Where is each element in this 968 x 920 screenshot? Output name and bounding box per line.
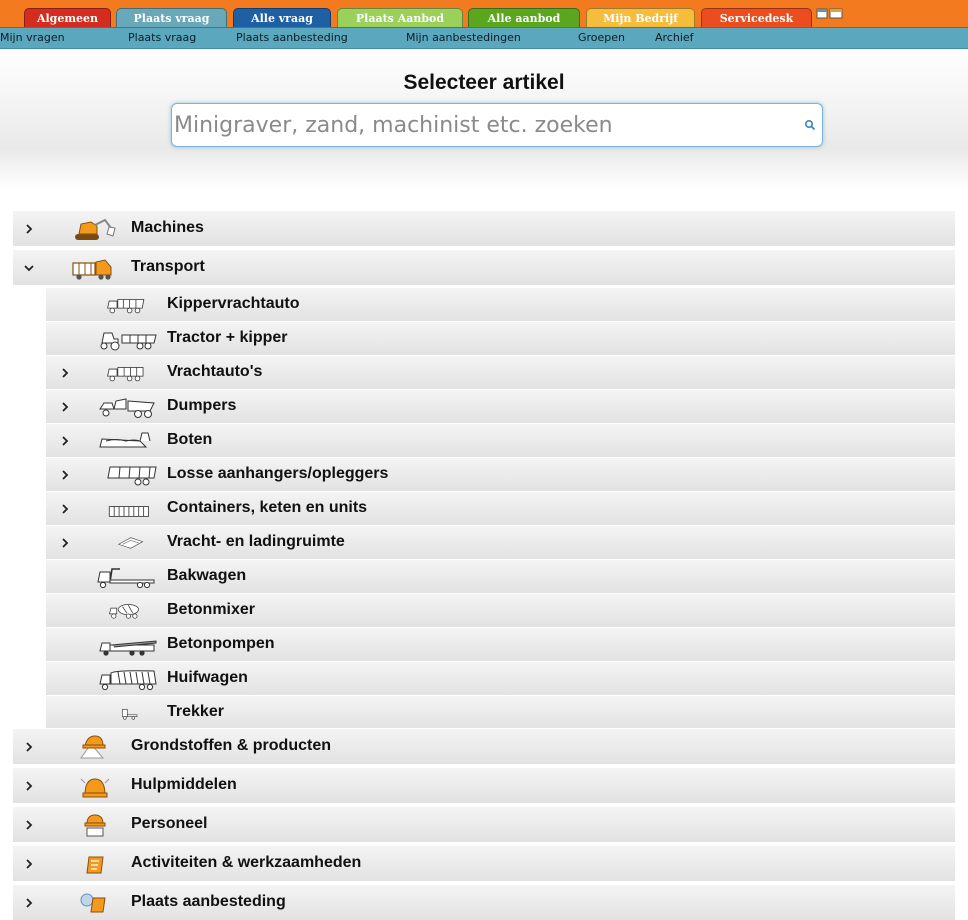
- subcategory-label: Bakwagen: [167, 567, 247, 584]
- category-row-hulpmiddelen[interactable]: Hulpmiddelen: [13, 767, 955, 803]
- concrete-pump-icon: [99, 640, 157, 656]
- subcategory-label: Betonmixer: [167, 601, 256, 618]
- chevron-right-icon[interactable]: [23, 897, 35, 909]
- chevron-right-icon[interactable]: [59, 367, 71, 379]
- subcategory-row-bakwagen[interactable]: Bakwagen: [46, 559, 955, 593]
- cargo-space-icon: [117, 537, 144, 549]
- tab-alle-vraag[interactable]: Alle vraag: [233, 8, 331, 27]
- sub-navigation: Mijn vragen Plaats vraag Plaats aanbeste…: [0, 28, 968, 49]
- excavator-icon: [75, 218, 116, 240]
- subcategory-row-boten[interactable]: Boten: [46, 423, 955, 457]
- subcategory-row-vrachtautos[interactable]: Vrachtauto's: [46, 355, 955, 389]
- category-label: Personeel: [131, 815, 208, 832]
- subcategory-label: Trekker: [167, 703, 224, 720]
- trailer-icon: [107, 466, 157, 486]
- subcategory-row-vracht-ladingruimte[interactable]: Vracht- en ladingruimte: [46, 525, 955, 559]
- subcategory-row-betonmixer[interactable]: Betonmixer: [46, 593, 955, 627]
- search-header: Selecteer artikel: [0, 49, 968, 191]
- subcategory-label: Vrachtauto's: [167, 363, 263, 380]
- raw-materials-icon: [80, 735, 106, 759]
- category-row-grondstoffen-producten[interactable]: Grondstoffen & producten: [13, 728, 955, 764]
- subcategory-label: Betonpompen: [167, 635, 275, 652]
- chevron-right-icon[interactable]: [23, 223, 35, 235]
- tab-mijn-bedrijf[interactable]: Mijn Bedrijf: [586, 8, 695, 27]
- tender-icon: [80, 893, 106, 913]
- concrete-mixer-icon: [108, 604, 139, 619]
- chevron-right-icon[interactable]: [59, 469, 71, 481]
- tab-servicedesk[interactable]: Servicedesk: [701, 8, 812, 27]
- subcategory-label: Huifwagen: [167, 669, 248, 686]
- subcategory-label: Containers, keten en units: [167, 499, 368, 516]
- tab-algemeen[interactable]: Algemeen: [24, 8, 111, 27]
- category-label: Activiteiten & werkzaamheden: [131, 854, 362, 871]
- category-label: Transport: [131, 258, 205, 275]
- category-row-activiteiten-werkzaamheden[interactable]: Activiteiten & werkzaamheden: [13, 845, 955, 881]
- chevron-down-icon[interactable]: [23, 262, 35, 274]
- subcategory-label: Kippervrachtauto: [167, 295, 300, 312]
- tractor-unit-icon: [122, 709, 138, 720]
- subnav-plaats-aanbesteding[interactable]: Plaats aanbesteding: [236, 31, 348, 45]
- subcategory-row-dumpers[interactable]: Dumpers: [46, 389, 955, 423]
- category-row-personeel[interactable]: Personeel: [13, 806, 955, 842]
- category-label: Hulpmiddelen: [131, 776, 237, 793]
- subcategory-row-tractor-kipper[interactable]: Tractor + kipper: [46, 321, 955, 355]
- tractor-trailer-icon: [100, 332, 157, 351]
- tarp-truck-icon: [99, 670, 157, 691]
- search-input[interactable]: [174, 108, 784, 142]
- subcategory-label: Boten: [167, 431, 213, 448]
- lorry-icon: [107, 367, 144, 382]
- chevron-right-icon[interactable]: [59, 503, 71, 515]
- chevron-right-icon[interactable]: [23, 741, 35, 753]
- boat-icon: [99, 432, 151, 448]
- category-label: Grondstoffen & producten: [131, 737, 331, 754]
- category-row-plaats-aanbesteding[interactable]: Plaats aanbesteding: [13, 884, 955, 920]
- subnav-mijn-vragen[interactable]: Mijn vragen: [0, 31, 65, 45]
- chevron-right-icon[interactable]: [23, 858, 35, 870]
- chevron-right-icon[interactable]: [59, 435, 71, 447]
- worker-icon: [84, 814, 106, 837]
- category-row-transport[interactable]: Transport: [13, 249, 955, 285]
- chevron-right-icon[interactable]: [23, 780, 35, 792]
- subcategory-row-betonpompen[interactable]: Betonpompen: [46, 627, 955, 661]
- dumper-icon: [99, 398, 155, 418]
- category-label: Plaats aanbesteding: [131, 893, 286, 910]
- subnav-mijn-aanbestedingen[interactable]: Mijn aanbestedingen: [406, 31, 521, 45]
- subcategory-row-kippervrachtauto[interactable]: Kippervrachtauto: [46, 287, 955, 321]
- search-icon[interactable]: [804, 119, 816, 131]
- tab-plaats-vraag[interactable]: Plaats vraag: [116, 8, 227, 27]
- chevron-right-icon[interactable]: [23, 819, 35, 831]
- subcategory-label: Dumpers: [167, 397, 237, 414]
- subnav-archief[interactable]: Archief: [655, 31, 694, 45]
- tab-alle-aanbod[interactable]: Alle aanbod: [468, 8, 580, 27]
- subnav-plaats-vraag[interactable]: Plaats vraag: [128, 31, 196, 45]
- search-box[interactable]: [171, 103, 823, 147]
- page-title: Selecteer artikel: [403, 71, 565, 94]
- category-row-machines[interactable]: Machines: [13, 210, 955, 246]
- subcategory-row-losse-aanhangers-opleggers[interactable]: Losse aanhangers/opleggers: [46, 457, 955, 491]
- window-options-icon[interactable]: [816, 7, 844, 21]
- subnav-groepen[interactable]: Groepen: [578, 31, 625, 45]
- transport-truck-icon: [72, 259, 112, 280]
- box-truck-icon: [97, 568, 155, 589]
- tab-plaats-aanbod[interactable]: Plaats Aanbod: [337, 8, 463, 27]
- chevron-right-icon[interactable]: [59, 537, 71, 549]
- subcategory-row-huifwagen[interactable]: Huifwagen: [46, 661, 955, 695]
- category-label: Machines: [131, 219, 204, 236]
- subcategory-label: Vracht- en ladingruimte: [167, 533, 345, 550]
- container-icon: [108, 506, 149, 517]
- subcategory-label: Tractor + kipper: [167, 329, 288, 346]
- main-tab-bar: Algemeen Plaats vraag Alle vraag Plaats …: [0, 0, 968, 28]
- subcategory-label: Losse aanhangers/opleggers: [167, 465, 389, 482]
- dump-truck-icon: [107, 299, 145, 314]
- subcategory-row-containers-keten-units[interactable]: Containers, keten en units: [46, 491, 955, 525]
- activities-icon: [86, 856, 104, 874]
- tools-icon: [80, 778, 110, 798]
- chevron-right-icon[interactable]: [59, 401, 71, 413]
- subcategory-row-trekker[interactable]: Trekker: [46, 695, 955, 729]
